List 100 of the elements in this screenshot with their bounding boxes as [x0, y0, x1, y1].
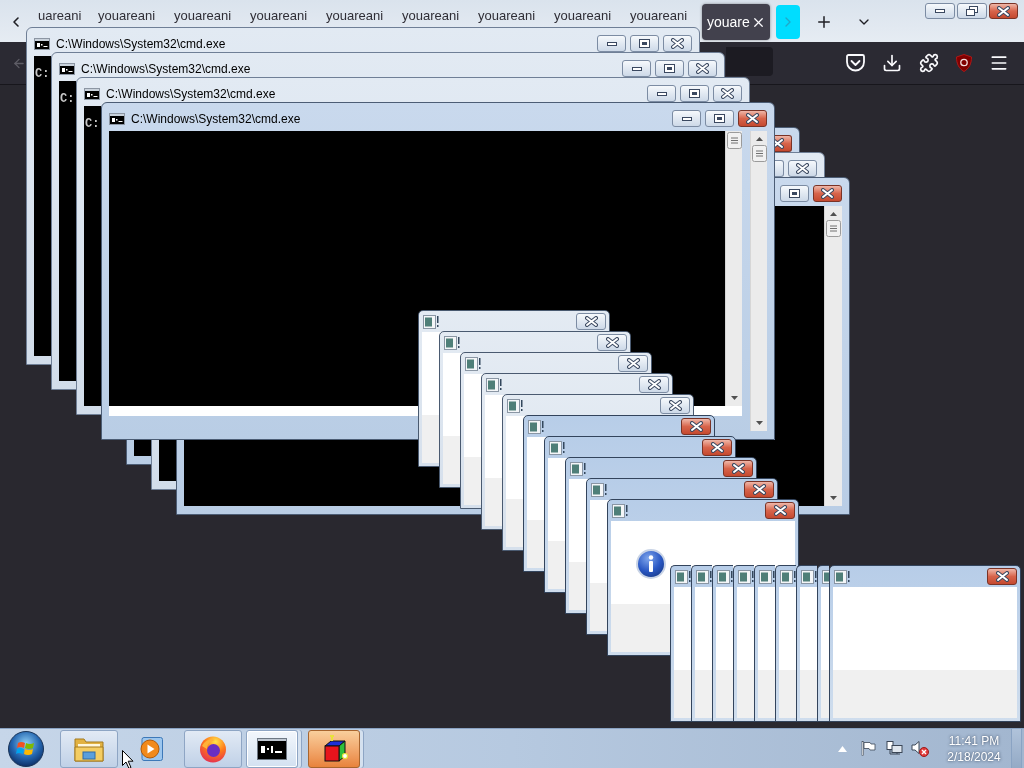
browser-tab[interactable]: youareani [240, 6, 316, 26]
browser-tab[interactable]: uareani [30, 6, 88, 26]
close-icon [584, 316, 598, 327]
pocket-icon[interactable] [846, 54, 865, 72]
minimize-button[interactable] [672, 110, 701, 127]
app-icon [465, 356, 481, 371]
console-icon [84, 87, 100, 100]
console-icon [257, 737, 287, 760]
minimize-button[interactable] [925, 3, 955, 19]
media-player-icon [139, 736, 163, 761]
address-field[interactable] [726, 47, 773, 76]
dialog-footer [695, 670, 712, 718]
close-icon [605, 337, 619, 348]
minimize-button[interactable] [647, 85, 676, 102]
scroll-thumb[interactable] [826, 220, 841, 237]
maximize-button[interactable] [705, 110, 734, 127]
app-icon [423, 314, 439, 329]
scroll-down-icon[interactable] [755, 421, 763, 425]
minimize-button[interactable] [597, 35, 626, 52]
close-button[interactable] [639, 376, 669, 393]
close-icon [647, 379, 661, 390]
flag-icon[interactable] [861, 741, 876, 756]
browser-tab[interactable]: youareani [164, 6, 240, 26]
app-icon [570, 461, 586, 476]
plus-icon [815, 13, 833, 31]
new-tab-button[interactable] [815, 13, 833, 31]
console-prompt: C: [34, 66, 50, 80]
window-title: C:\Windows\System32\cmd.exe [81, 61, 251, 76]
scroll-down-icon[interactable] [830, 496, 837, 500]
close-button[interactable] [723, 460, 753, 477]
scroll-thumb[interactable] [751, 145, 767, 162]
start-button[interactable] [8, 730, 44, 767]
muted-speaker-icon[interactable] [911, 740, 929, 757]
close-button[interactable] [788, 160, 817, 177]
minimize-button[interactable] [622, 60, 651, 77]
scroll-up-icon[interactable] [830, 212, 837, 216]
app-icon [591, 482, 607, 497]
console-icon [109, 112, 125, 125]
maximize-icon [789, 189, 800, 198]
browser-tab[interactable]: youareani [620, 6, 696, 26]
close-button[interactable] [987, 568, 1017, 585]
close-icon [752, 484, 766, 495]
close-button[interactable] [713, 85, 742, 102]
browser-tab[interactable]: youareani [392, 6, 468, 26]
close-icon [689, 421, 703, 432]
minimize-icon [656, 91, 667, 96]
browser-tab[interactable]: youare [702, 4, 770, 40]
scrollbar[interactable] [725, 131, 742, 406]
shield-extension-icon[interactable] [956, 54, 972, 72]
puzzle-icon[interactable] [919, 53, 939, 73]
browser-tab[interactable]: youareani [468, 6, 544, 26]
windows-logo-icon [8, 730, 44, 767]
menu-icon[interactable] [989, 53, 1009, 73]
close-button[interactable] [618, 355, 648, 372]
close-button[interactable] [989, 3, 1018, 19]
close-button[interactable] [702, 439, 732, 456]
close-icon [710, 442, 724, 453]
console-icon [59, 62, 75, 75]
close-icon [796, 163, 809, 174]
app-icon [528, 419, 544, 434]
close-button[interactable] [660, 397, 690, 414]
browser-tab[interactable]: youareani [316, 6, 392, 26]
dialog-footer [800, 670, 817, 718]
close-button[interactable] [663, 35, 692, 52]
close-button[interactable] [576, 313, 606, 330]
maximize-button[interactable] [780, 185, 809, 202]
close-button[interactable] [681, 418, 711, 435]
console-area[interactable]: C: [34, 56, 51, 356]
restore-button[interactable] [957, 3, 987, 19]
close-button[interactable] [597, 334, 627, 351]
scroll-up-icon[interactable] [755, 137, 763, 141]
maximize-button[interactable] [680, 85, 709, 102]
dialog-footer [821, 670, 829, 718]
network-icon[interactable] [886, 741, 903, 756]
close-button[interactable] [688, 60, 717, 77]
scrollbar[interactable] [824, 206, 842, 506]
close-icon [668, 400, 682, 411]
close-button[interactable] [813, 185, 842, 202]
close-icon [746, 113, 759, 124]
console-area[interactable]: C: [59, 81, 76, 381]
info-icon [636, 549, 666, 579]
scroll-thumb[interactable] [726, 132, 742, 149]
maximize-button[interactable] [630, 35, 659, 52]
close-button[interactable] [775, 135, 792, 152]
close-icon [773, 505, 787, 516]
scroll-down-icon[interactable] [730, 396, 738, 400]
folder-icon [74, 735, 104, 762]
taskbar-button[interactable] [184, 729, 242, 768]
scrollbar[interactable] [750, 131, 767, 431]
maximize-button[interactable] [655, 60, 684, 77]
browser-tab[interactable]: youareani [88, 6, 164, 26]
app-icon [612, 503, 628, 518]
browser-tab[interactable]: youareani [544, 6, 620, 26]
download-icon[interactable] [882, 53, 902, 73]
close-button[interactable] [765, 502, 795, 519]
restore-icon [966, 6, 978, 16]
close-button[interactable] [744, 481, 774, 498]
console-area[interactable]: C: [84, 106, 101, 406]
close-button[interactable] [738, 110, 767, 127]
close-icon [696, 63, 709, 74]
